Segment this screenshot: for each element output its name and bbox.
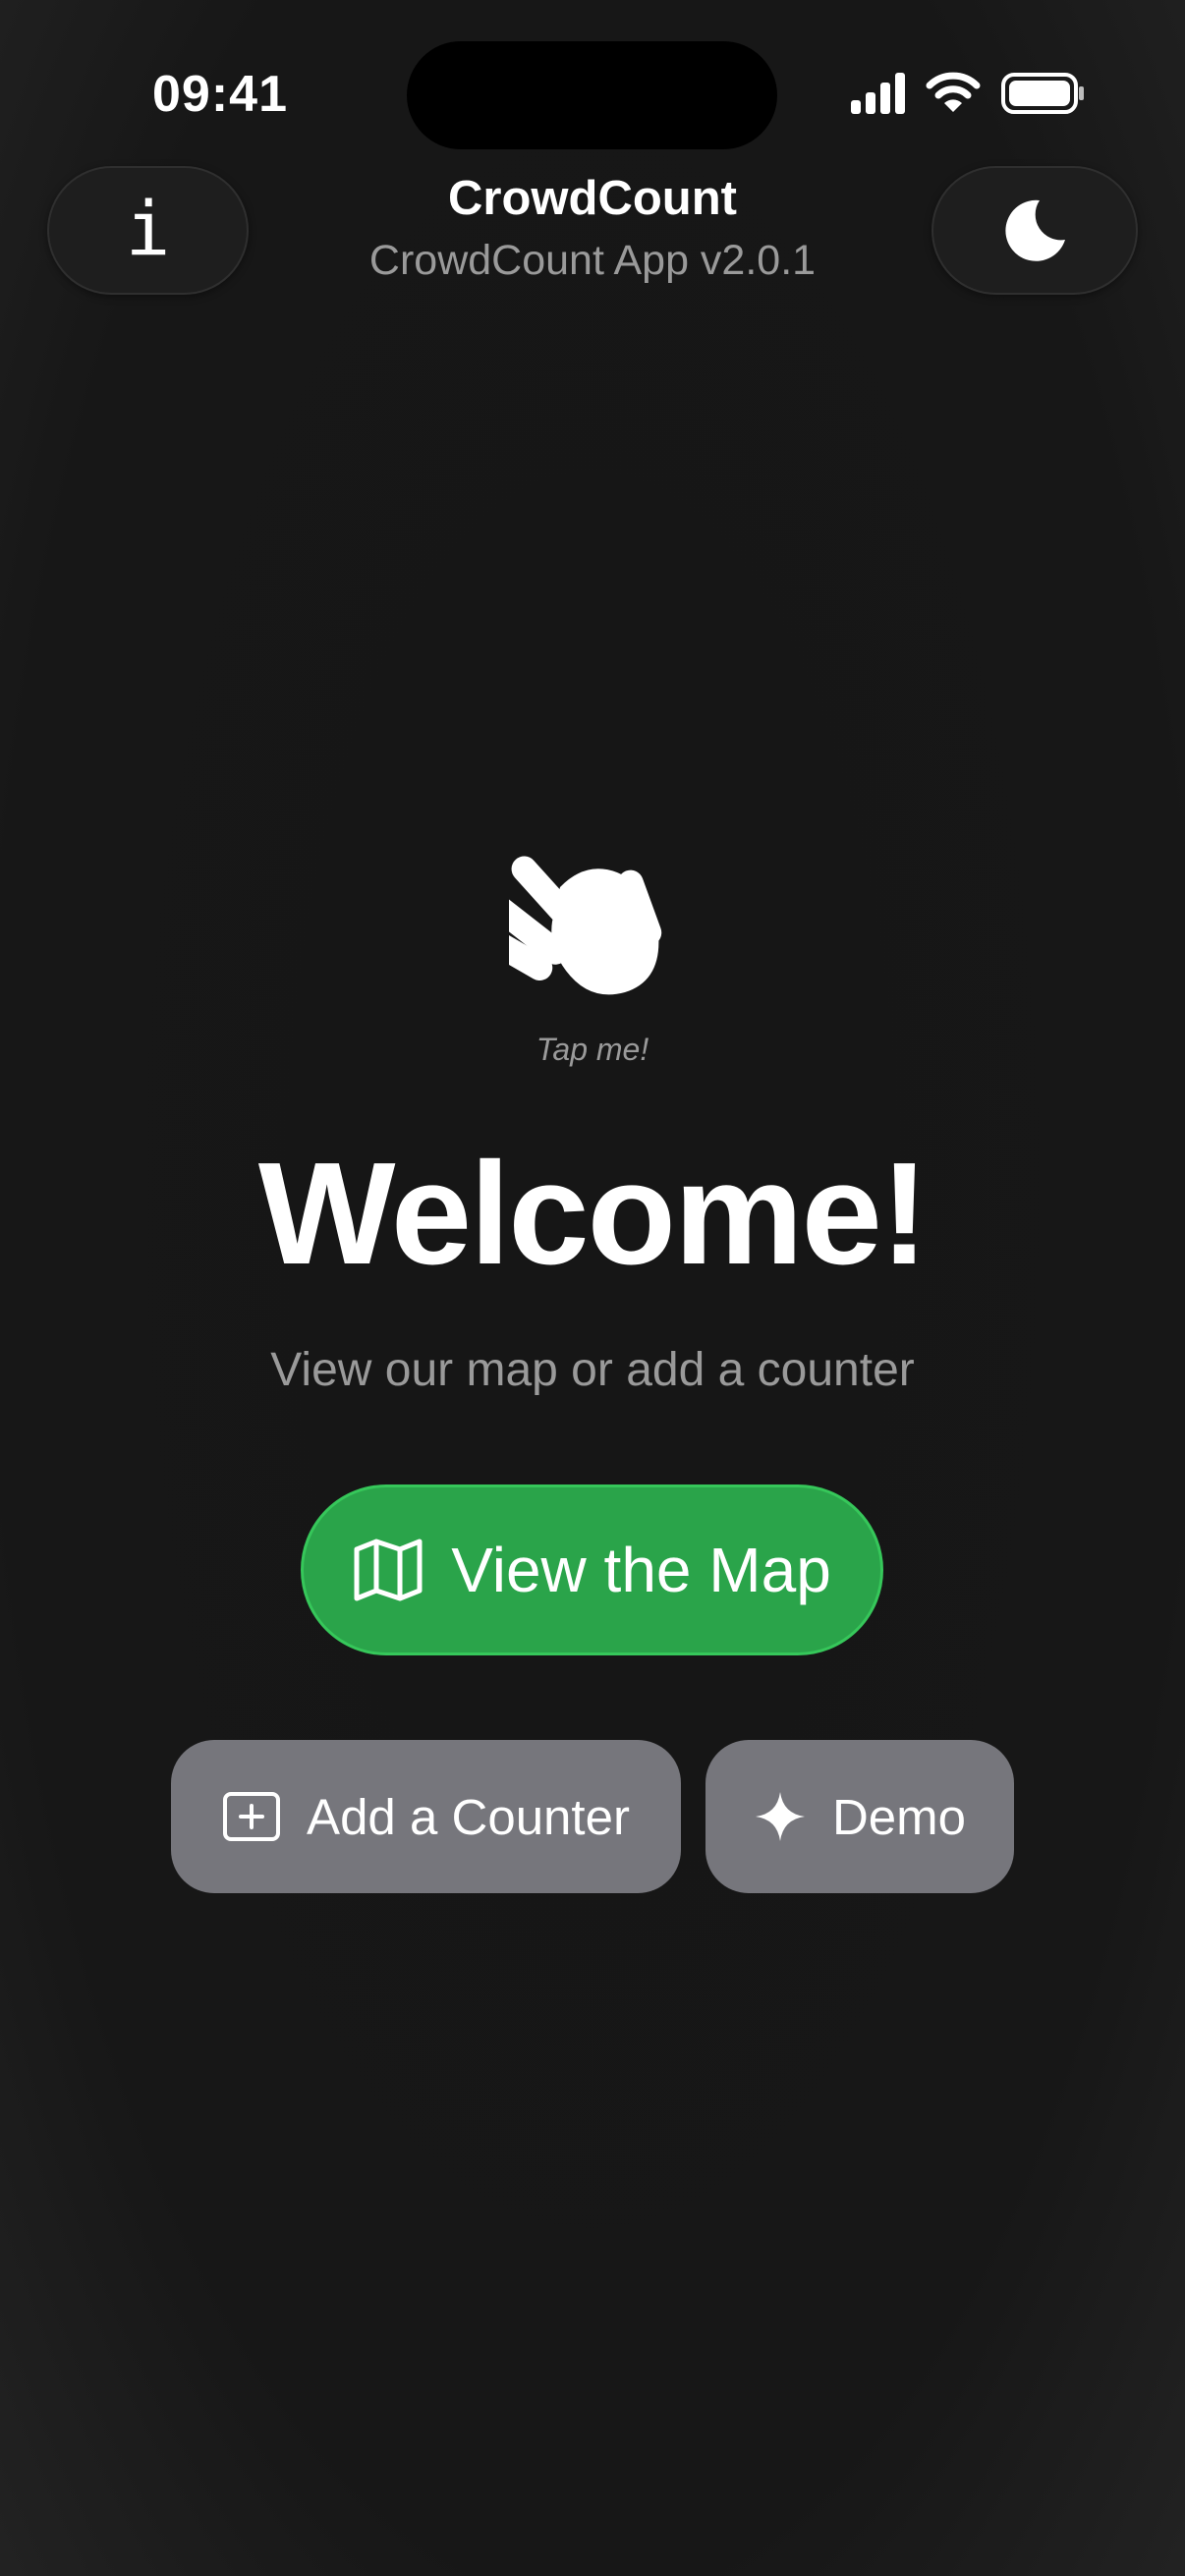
demo-label: Demo bbox=[831, 1788, 967, 1845]
cellular-signal-icon bbox=[851, 73, 905, 114]
app-title: CrowdCount bbox=[448, 172, 737, 225]
map-icon bbox=[354, 1539, 423, 1601]
status-icons bbox=[849, 69, 1085, 118]
home-screen: 09:41 i CrowdCount CrowdCount App v2.0.1 bbox=[0, 0, 1185, 2576]
info-icon: i bbox=[125, 184, 171, 272]
moon-icon bbox=[1005, 199, 1065, 261]
app-version: CrowdCount App v2.0.1 bbox=[368, 237, 817, 284]
tap-hint: Tap me! bbox=[536, 1032, 649, 1067]
add-counter-label: Add a Counter bbox=[307, 1788, 630, 1845]
theme-toggle-button[interactable] bbox=[931, 166, 1138, 295]
waving-hand-icon[interactable] bbox=[509, 843, 676, 1000]
welcome-subtitle: View our map or add a counter bbox=[270, 1344, 915, 1396]
plus-square-icon bbox=[223, 1792, 281, 1841]
dynamic-island bbox=[407, 41, 777, 149]
view-map-label: View the Map bbox=[451, 1535, 831, 1605]
wifi-icon bbox=[926, 72, 981, 112]
view-map-button[interactable]: View the Map bbox=[301, 1484, 883, 1655]
battery-icon bbox=[1001, 73, 1084, 114]
status-time: 09:41 bbox=[152, 66, 288, 123]
demo-button[interactable]: Demo bbox=[705, 1740, 1014, 1893]
welcome-title: Welcome! bbox=[257, 1133, 929, 1295]
info-button[interactable]: i bbox=[47, 166, 249, 295]
add-counter-button[interactable]: Add a Counter bbox=[171, 1740, 681, 1893]
sparkle-icon bbox=[755, 1792, 805, 1841]
